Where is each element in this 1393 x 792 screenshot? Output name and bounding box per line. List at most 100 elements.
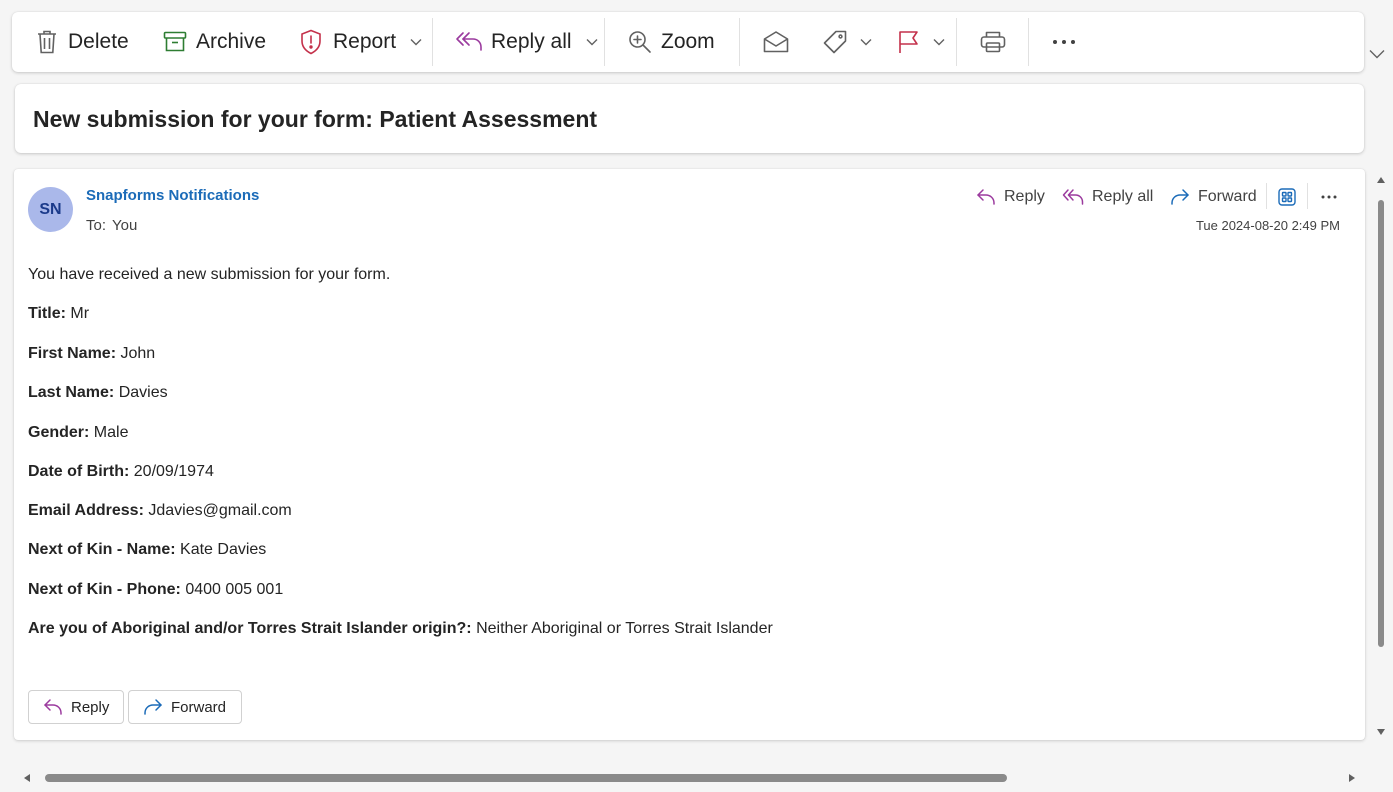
shield-icon: [301, 29, 321, 55]
action-divider: [1266, 183, 1267, 209]
field-row: Date of Birth: 20/09/1974: [28, 463, 214, 481]
reply-all-label: Reply all: [1092, 188, 1154, 205]
reply-icon: [44, 699, 62, 715]
archive-label: Archive: [196, 30, 267, 53]
field-row: Gender: Male: [28, 424, 128, 442]
field-label: Last Name:: [28, 384, 115, 401]
reply-label: Reply: [1004, 188, 1045, 205]
scroll-right-arrow[interactable]: [1348, 773, 1356, 783]
field-label: Email Address:: [28, 502, 144, 519]
chevron-down-icon[interactable]: [1368, 48, 1386, 60]
more-icon: [1321, 195, 1337, 199]
field-row: Email Address: Jdavies@gmail.com: [28, 502, 292, 520]
field-label: Next of Kin - Name:: [28, 541, 176, 558]
field-label: Gender:: [28, 424, 90, 441]
chevron-down-icon[interactable]: [860, 38, 872, 46]
to-label: To:: [86, 217, 107, 234]
scroll-down-arrow[interactable]: [1376, 728, 1386, 736]
print-button[interactable]: [979, 12, 1007, 72]
email-link[interactable]: Jdavies@gmail.com: [148, 502, 291, 519]
field-label: Date of Birth:: [28, 463, 130, 480]
reply-all-label: Reply all: [491, 30, 572, 53]
command-toolbar: Delete Archive Report Reply all Zoom: [12, 12, 1364, 72]
report-button[interactable]: Report: [299, 12, 422, 72]
toolbar-divider: [956, 18, 957, 66]
scroll-left-arrow[interactable]: [23, 773, 31, 783]
field-value: Mr: [70, 305, 90, 322]
bottom-forward-label: Forward: [171, 698, 227, 716]
field-label: Title:: [28, 305, 66, 322]
flag-button[interactable]: [897, 12, 945, 72]
field-label: Next of Kin - Phone:: [28, 581, 181, 598]
field-row: Last Name: Davies: [28, 384, 168, 402]
delete-button[interactable]: Delete: [34, 12, 129, 72]
reply-all-icon: [456, 32, 482, 51]
trash-icon: [38, 30, 56, 54]
field-row: Next of Kin - Phone: 0400 005 001: [28, 581, 283, 599]
bottom-reply-label: Reply: [71, 698, 110, 716]
mark-as-read-button[interactable]: [762, 12, 790, 72]
delete-label: Delete: [68, 30, 129, 53]
envelope-open-icon: [763, 31, 789, 53]
field-value: Kate Davies: [180, 541, 267, 558]
print-icon: [980, 31, 1006, 53]
field-row: Are you of Aboriginal and/or Torres Stra…: [28, 620, 773, 638]
message-card: SN Snapforms Notifications To: You Reply …: [14, 169, 1365, 740]
forward-button[interactable]: Forward: [1170, 185, 1257, 209]
field-label: Are you of Aboriginal and/or Torres Stra…: [28, 620, 472, 637]
more-options-button[interactable]: [1052, 12, 1076, 72]
report-label: Report: [333, 30, 397, 53]
field-value: 20/09/1974: [133, 463, 214, 480]
zoom-button[interactable]: Zoom: [627, 12, 715, 72]
flag-icon: [899, 31, 918, 53]
chevron-down-icon[interactable]: [410, 38, 422, 46]
chevron-down-icon[interactable]: [933, 38, 945, 46]
immersive-reader-icon: [1278, 188, 1296, 206]
zoom-label: Zoom: [661, 30, 715, 53]
toolbar-divider: [432, 18, 433, 66]
reply-all-icon: [1062, 189, 1084, 205]
forward-label: Forward: [1198, 188, 1257, 205]
forward-icon: [1171, 189, 1189, 205]
field-value: Davies: [118, 384, 168, 401]
avatar[interactable]: SN: [28, 187, 73, 232]
toolbar-divider: [1028, 18, 1029, 66]
message-more-button[interactable]: [1321, 185, 1345, 209]
action-divider: [1307, 183, 1308, 209]
reply-button[interactable]: Reply: [976, 185, 1045, 209]
field-row: First Name: John: [28, 345, 155, 363]
toolbar-divider: [739, 18, 740, 66]
chevron-down-icon[interactable]: [586, 38, 598, 46]
field-row: Title: Mr: [28, 305, 89, 323]
horizontal-scrollbar[interactable]: [45, 774, 1007, 782]
to-value[interactable]: You: [112, 217, 137, 234]
vertical-scrollbar[interactable]: [1378, 200, 1384, 647]
field-label: First Name:: [28, 345, 117, 362]
archive-icon: [163, 31, 187, 52]
field-value: Male: [93, 424, 129, 441]
zoom-icon: [629, 31, 651, 53]
avatar-initials: SN: [39, 200, 62, 218]
archive-button[interactable]: Archive: [162, 12, 266, 72]
field-value: John: [120, 345, 156, 362]
reply-all-button[interactable]: Reply all: [455, 12, 598, 72]
toolbar-divider: [604, 18, 605, 66]
bottom-forward-button[interactable]: Forward: [128, 690, 242, 724]
tag-icon: [823, 30, 847, 54]
field-value: Neither Aboriginal or Torres Strait Isla…: [476, 620, 773, 637]
bottom-reply-button[interactable]: Reply: [28, 690, 124, 724]
recipient-line: To: You: [86, 217, 137, 234]
more-icon: [1053, 40, 1075, 44]
field-row: Next of Kin - Name: Kate Davies: [28, 541, 266, 559]
message-date: Tue 2024-08-20 2:49 PM: [1195, 218, 1340, 233]
categorize-button[interactable]: [822, 12, 872, 72]
message-subject: New submission for your form: Patient As…: [33, 106, 598, 132]
reply-all-button[interactable]: Reply all: [1062, 185, 1153, 209]
forward-icon: [144, 699, 162, 715]
subject-card: New submission for your form: Patient As…: [15, 84, 1364, 153]
scroll-up-arrow[interactable]: [1376, 176, 1386, 184]
immersive-reader-button[interactable]: [1278, 185, 1304, 209]
field-value: 0400 005 001: [185, 581, 284, 598]
sender-name[interactable]: Snapforms Notifications: [86, 187, 259, 204]
reply-icon: [977, 189, 995, 205]
